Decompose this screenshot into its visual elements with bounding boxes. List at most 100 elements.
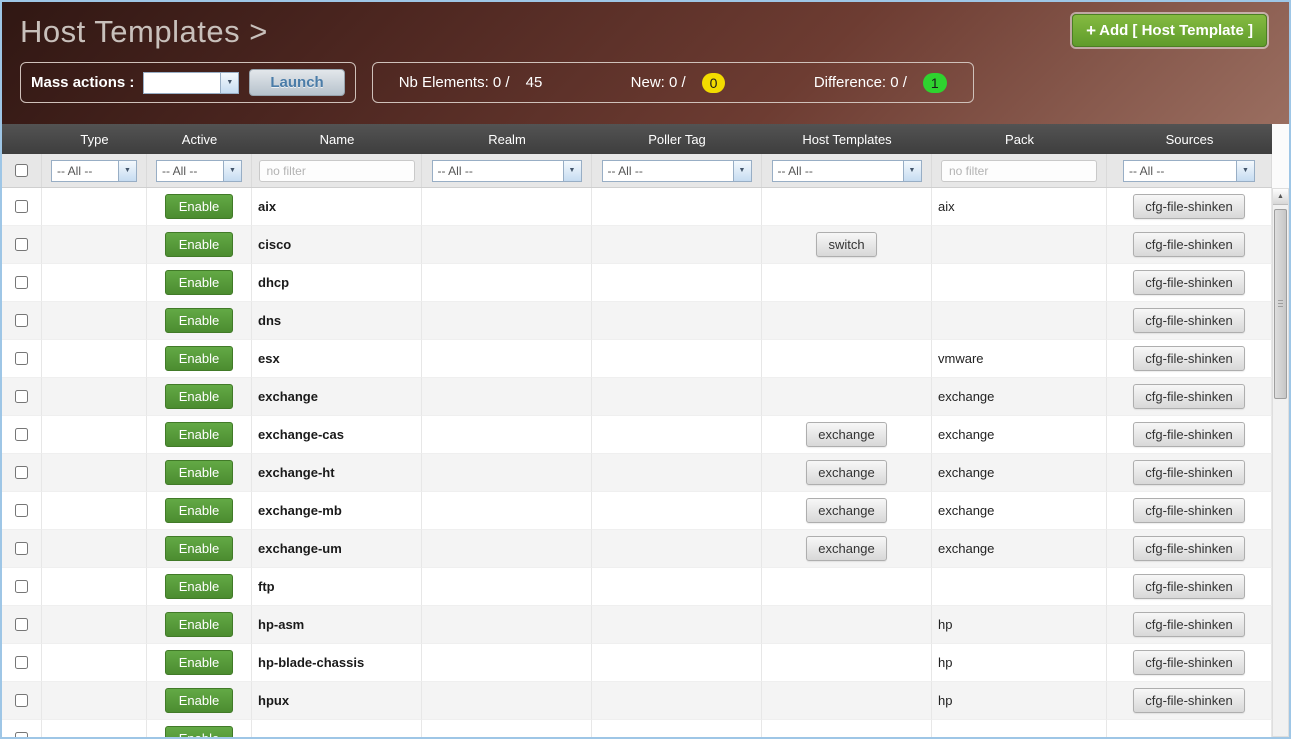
enable-button[interactable]: Enable [165,194,233,219]
name-filter-input[interactable] [259,160,415,182]
host-template-link-button[interactable]: switch [816,232,876,257]
filter-poller-tag-cell: -- All -- ▼ [592,154,762,187]
source-button[interactable]: cfg-file-shinken [1133,460,1244,485]
column-header-sources[interactable]: Sources [1107,124,1272,154]
enable-button[interactable]: Enable [165,232,233,257]
row-checkbox[interactable] [15,276,28,289]
column-header-type[interactable]: Type [42,124,147,154]
difference-stat: Difference: 0 / 1 [814,73,947,93]
source-button[interactable]: cfg-file-shinken [1133,650,1244,675]
type-filter-select[interactable]: -- All -- ▼ [51,160,137,182]
row-checkbox[interactable] [15,542,28,555]
row-name-cell: ftp [252,568,422,606]
pack-name: exchange [938,427,994,442]
column-header-realm[interactable]: Realm [422,124,592,154]
new-count-badge: 0 [702,73,726,93]
source-button[interactable]: cfg-file-shinken [1133,308,1244,333]
host-templates-page: Host Templates > + Add [ Host Template ]… [0,0,1291,739]
host-templates-filter-select[interactable]: -- All -- ▼ [772,160,922,182]
host-template-link-button[interactable]: exchange [806,498,886,523]
source-button[interactable]: cfg-file-shinken [1133,574,1244,599]
column-header-name[interactable]: Name [252,124,422,154]
enable-button[interactable]: Enable [165,612,233,637]
enable-button[interactable]: Enable [165,574,233,599]
enable-button[interactable]: Enable [165,498,233,523]
source-button[interactable]: cfg-file-shinken [1133,498,1244,523]
row-checkbox[interactable] [15,428,28,441]
select-all-checkbox[interactable] [15,164,28,177]
column-header-active[interactable]: Active [147,124,252,154]
row-checkbox-cell [2,720,42,737]
enable-button[interactable]: Enable [165,536,233,561]
host-templates-table: Type Active Name Realm Poller Tag Host T… [2,124,1272,737]
source-button[interactable]: cfg-file-shinken [1133,194,1244,219]
enable-button[interactable]: Enable [165,460,233,485]
row-host-templates-cell [762,644,932,682]
column-header-poller-tag[interactable]: Poller Tag [592,124,762,154]
row-checkbox[interactable] [15,200,28,213]
scrollbar-up-button[interactable]: ▲ [1273,189,1288,205]
row-active-cell: Enable [147,720,252,737]
source-button[interactable]: cfg-file-shinken [1133,384,1244,409]
table-row: Enablehpuxhpcfg-file-shinken [2,682,1272,720]
row-active-cell: Enable [147,302,252,340]
poller-tag-filter-select[interactable]: -- All -- ▼ [602,160,752,182]
source-button[interactable]: cfg-file-shinken [1133,536,1244,561]
pack-filter-input[interactable] [941,160,1097,182]
host-template-link-button[interactable]: exchange [806,422,886,447]
row-active-cell: Enable [147,682,252,720]
host-template-link-button[interactable]: exchange [806,536,886,561]
realm-filter-select[interactable]: -- All -- ▼ [432,160,582,182]
row-poller-tag-cell [592,188,762,226]
realm-filter-value: -- All -- [433,161,563,181]
column-header-pack[interactable]: Pack [932,124,1107,154]
add-host-template-button[interactable]: + Add [ Host Template ] [1072,14,1267,47]
scrollbar-thumb[interactable] [1274,209,1287,399]
source-button[interactable]: cfg-file-shinken [1133,612,1244,637]
column-header-checkbox [2,124,42,154]
active-filter-select[interactable]: -- All -- ▼ [156,160,242,182]
row-type-cell [42,188,147,226]
row-checkbox[interactable] [15,656,28,669]
mass-actions-select[interactable]: ▼ [143,72,239,94]
source-button[interactable]: cfg-file-shinken [1133,346,1244,371]
scrollbar-up-icon: ▲ [1277,193,1284,200]
enable-button[interactable]: Enable [165,650,233,675]
column-header-host-templates[interactable]: Host Templates [762,124,932,154]
enable-button[interactable]: Enable [165,308,233,333]
source-button[interactable]: cfg-file-shinken [1133,688,1244,713]
source-button[interactable]: cfg-file-shinken [1133,270,1244,295]
row-type-cell [42,302,147,340]
table-row: Enabledhcpcfg-file-shinken [2,264,1272,302]
enable-button[interactable]: Enable [165,422,233,447]
row-checkbox[interactable] [15,352,28,365]
row-checkbox[interactable] [15,390,28,403]
row-checkbox[interactable] [15,618,28,631]
source-button[interactable]: cfg-file-shinken [1133,232,1244,257]
enable-button[interactable]: Enable [165,688,233,713]
row-active-cell: Enable [147,492,252,530]
row-checkbox[interactable] [15,694,28,707]
row-realm-cell [422,492,592,530]
source-button[interactable]: cfg-file-shinken [1133,422,1244,447]
row-poller-tag-cell [592,302,762,340]
enable-button[interactable]: Enable [165,270,233,295]
host-template-name: exchange [258,389,318,404]
vertical-scrollbar[interactable]: ▲ [1272,188,1289,737]
row-checkbox[interactable] [15,504,28,517]
row-checkbox[interactable] [15,466,28,479]
enable-button[interactable]: Enable [165,346,233,371]
enable-button[interactable]: Enable [165,384,233,409]
row-checkbox[interactable] [15,732,28,737]
row-checkbox[interactable] [15,238,28,251]
row-checkbox[interactable] [15,580,28,593]
row-sources-cell: cfg-file-shinken [1107,226,1272,264]
row-pack-cell: exchange [932,416,1107,454]
plus-icon: + [1086,22,1096,39]
row-checkbox[interactable] [15,314,28,327]
row-name-cell: exchange-ht [252,454,422,492]
sources-filter-select[interactable]: -- All -- ▼ [1123,160,1255,182]
launch-button[interactable]: Launch [249,69,344,96]
host-template-link-button[interactable]: exchange [806,460,886,485]
enable-button[interactable]: Enable [165,726,233,737]
